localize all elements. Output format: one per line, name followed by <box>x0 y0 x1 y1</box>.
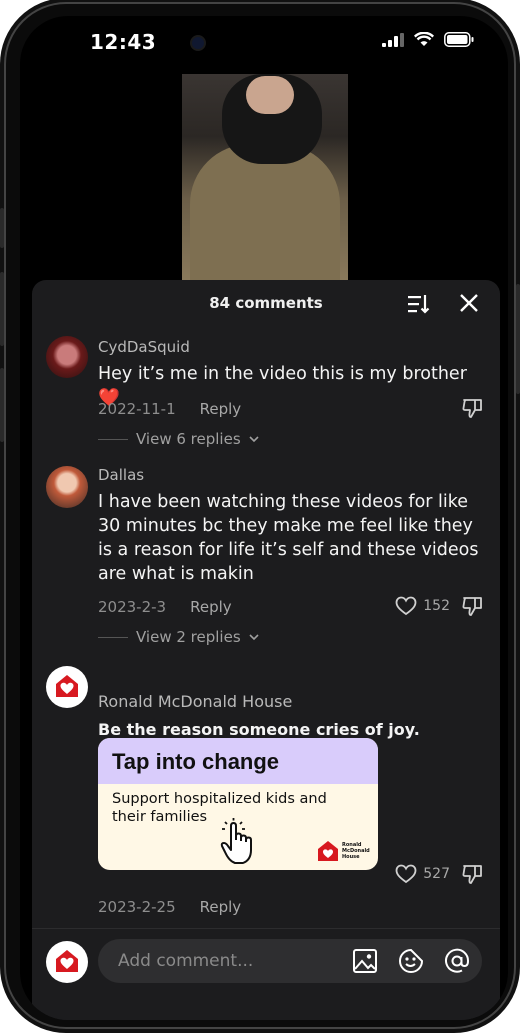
chevron-down-icon <box>249 634 259 641</box>
wifi-icon <box>414 32 434 46</box>
reply-button[interactable]: Reply <box>200 400 242 418</box>
video-person-back <box>190 144 340 282</box>
volume-up-button <box>0 272 4 346</box>
rmh-logo-icon <box>56 950 78 972</box>
my-avatar[interactable] <box>46 941 88 983</box>
dislike-icon[interactable] <box>462 864 484 884</box>
comment-item: Dallas I have been watching these videos… <box>32 464 500 654</box>
comments-header: 84 comments <box>32 280 500 326</box>
like-button[interactable]: 152 <box>395 596 450 616</box>
comment-date: 2023-2-3 <box>98 598 167 616</box>
mute-switch <box>0 208 4 248</box>
signal-icon <box>382 32 404 47</box>
power-button <box>516 284 520 394</box>
reply-button[interactable]: Reply <box>200 898 242 916</box>
view-replies-button[interactable]: View 2 replies <box>98 628 259 646</box>
comment-input[interactable]: Add comment... <box>98 939 482 983</box>
replies-divider <box>98 438 128 440</box>
front-camera <box>192 37 204 49</box>
heart-icon <box>395 864 417 884</box>
ad-title: Tap into change <box>112 749 280 774</box>
comment-input-bar: Add comment... <box>32 928 500 1020</box>
view-replies-button[interactable]: View 6 replies <box>98 430 259 448</box>
ad-logo-text: Ronald McDonald House <box>342 842 370 860</box>
comment-username[interactable]: CydDaSquid <box>98 338 190 356</box>
like-count: 527 <box>423 866 450 882</box>
comment-date: 2022-11-1 <box>98 400 176 418</box>
tap-hand-icon <box>220 818 252 864</box>
input-actions <box>352 948 470 974</box>
sponsor-avatar[interactable] <box>46 666 88 708</box>
comment-username[interactable]: Dallas <box>98 466 144 484</box>
rmh-logo-icon <box>56 675 78 697</box>
rmh-house-icon <box>318 841 338 861</box>
comment-item: CydDaSquid Hey it’s me in the video this… <box>32 334 500 448</box>
view-replies-label: View 2 replies <box>136 628 241 646</box>
mention-icon[interactable] <box>444 948 470 974</box>
comments-panel: 84 comments CydDaSquid Hey it’s me in th… <box>32 280 500 1020</box>
comment-meta: 2023-2-25 Reply <box>98 898 241 916</box>
comment-input-placeholder: Add comment... <box>118 951 254 971</box>
image-icon[interactable] <box>352 948 378 974</box>
dislike-icon[interactable] <box>462 596 484 616</box>
status-time: 12:43 <box>90 30 157 54</box>
close-icon[interactable] <box>458 292 480 314</box>
chevron-down-icon <box>249 436 259 443</box>
status-bar: 12:43 <box>20 16 508 64</box>
ad-logo: Ronald McDonald House <box>317 840 370 862</box>
ad-card[interactable]: Tap into change Support hospitalized kid… <box>98 738 378 870</box>
view-replies-label: View 6 replies <box>136 430 241 448</box>
like-count: 152 <box>423 598 450 614</box>
reply-button[interactable]: Reply <box>190 598 232 616</box>
emoji-icon[interactable] <box>398 948 424 974</box>
video-player[interactable] <box>182 74 348 282</box>
heart-icon <box>395 596 417 616</box>
avatar[interactable] <box>46 466 88 508</box>
comment-meta: 2023-2-3 Reply <box>98 598 232 616</box>
volume-down-button <box>0 368 4 442</box>
phone-screen: 12:43 84 comments CydDaSquid Hey it’s me… <box>20 16 508 1020</box>
sort-icon[interactable] <box>408 294 430 314</box>
video-person-face <box>246 76 294 114</box>
comment-date: 2023-2-25 <box>98 898 176 916</box>
phone-frame: 12:43 84 comments CydDaSquid Hey it’s me… <box>0 2 520 1029</box>
sponsor-name[interactable]: Ronald McDonald House <box>98 692 292 711</box>
battery-icon <box>444 32 474 47</box>
status-icons <box>382 32 474 47</box>
dislike-icon[interactable] <box>462 398 484 418</box>
comment-text: I have been watching these videos for li… <box>98 492 479 584</box>
avatar[interactable] <box>46 336 88 378</box>
replies-divider <box>98 636 128 638</box>
comment-meta: 2022-11-1 Reply <box>98 400 241 418</box>
like-button[interactable]: 527 <box>395 864 450 884</box>
